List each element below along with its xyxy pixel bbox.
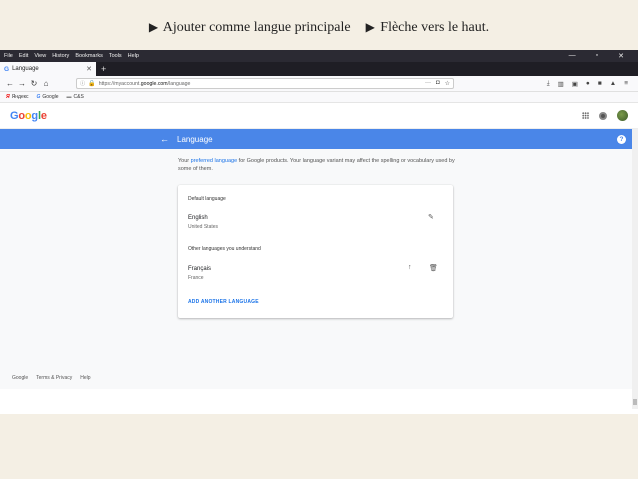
footer-terms-privacy[interactable]: Terms & Privacy — [36, 375, 72, 381]
menu-bookmarks[interactable]: Bookmarks — [75, 53, 103, 59]
apps-grid-icon[interactable] — [582, 112, 589, 119]
other-language-region: France — [188, 275, 204, 281]
tab-bar: G Language ✕ + — [0, 62, 638, 76]
menu-view[interactable]: View — [34, 53, 46, 59]
yandex-icon: Я — [6, 94, 10, 100]
sidebar-icon[interactable]: ▣ — [572, 80, 578, 88]
menu-help[interactable]: Help — [128, 53, 139, 59]
page-actions-icon[interactable]: ··· — [425, 80, 431, 87]
navigation-bar: ← → ↻ ⌂ ⓘ 🔒 https://myaccount. google.com… — [0, 76, 638, 92]
url-path: /language — [167, 80, 191, 87]
menu-tools[interactable]: Tools — [109, 53, 122, 59]
downloads-icon[interactable]: ⤓ — [547, 80, 550, 88]
new-tab-button[interactable]: + — [96, 62, 111, 76]
hamburger-menu-icon[interactable]: ≡ — [624, 80, 628, 88]
slide-caption: ▶ Ajouter comme langue principale ▶ Flèc… — [0, 20, 638, 36]
edit-pencil-icon[interactable]: ✎ — [428, 213, 434, 221]
default-language-heading: Default language — [188, 196, 226, 202]
menu-history[interactable]: History — [52, 53, 69, 59]
notifications-icon[interactable] — [599, 111, 607, 120]
caption-item-2: Flèche vers le haut. — [380, 20, 490, 35]
main-content: Your preferred language for Google produ… — [0, 149, 638, 389]
google-header: Google — [0, 103, 638, 129]
triangle-bullet-icon: ▶ — [148, 20, 159, 34]
default-language-region: United States — [188, 224, 219, 230]
home-icon[interactable]: ⌂ — [40, 79, 52, 88]
footer-help[interactable]: Help — [80, 375, 90, 381]
minimize-button[interactable]: — — [569, 52, 576, 60]
info-icon[interactable]: ⓘ — [80, 80, 85, 87]
pocket-icon[interactable]: ◘ — [436, 80, 440, 87]
folder-icon: ▬ — [66, 94, 72, 100]
extension-2-icon[interactable]: ■ — [598, 80, 602, 88]
page-title: Language — [177, 134, 213, 144]
library-icon[interactable]: ▥ — [558, 80, 564, 88]
back-icon[interactable]: ← — [4, 79, 16, 88]
google-favicon-icon: G — [4, 65, 10, 73]
bookmark-star-icon[interactable]: ☆ — [445, 80, 450, 87]
forward-icon[interactable]: → — [16, 79, 28, 88]
intro-text: Your preferred language for Google produ… — [178, 158, 455, 172]
url-prefix: https://myaccount. — [98, 80, 141, 87]
scroll-thumb[interactable] — [633, 399, 637, 405]
extension-icon[interactable]: ● — [586, 80, 590, 88]
close-window-button[interactable]: ✕ — [618, 52, 624, 60]
url-bar[interactable]: ⓘ 🔒 https://myaccount. google.com/languag… — [76, 78, 454, 89]
lock-icon[interactable]: 🔒 — [88, 80, 95, 87]
bookmarks-toolbar: Я Яндекс G Google ▬ C&S — [0, 92, 638, 103]
scrollbar[interactable] — [632, 129, 638, 409]
google-icon: G — [36, 94, 41, 100]
bookmark-yandex[interactable]: Я Яндекс — [6, 94, 28, 100]
triangle-bullet-icon: ▶ — [365, 20, 375, 34]
tab-title: Language — [12, 66, 39, 72]
language-card: Default language English United States ✎… — [178, 185, 453, 318]
delete-trash-icon[interactable]: 🗑 — [429, 264, 438, 272]
bookmark-cs[interactable]: ▬ C&S — [67, 94, 84, 100]
avatar[interactable] — [617, 110, 628, 121]
page-title-bar: ← Language ? — [0, 129, 638, 149]
page-footer: Google Terms & Privacy Help — [12, 375, 91, 381]
back-arrow-icon[interactable]: ← — [160, 134, 169, 144]
move-up-arrow-icon[interactable]: ↑ — [408, 264, 412, 271]
default-language-name: English — [188, 215, 208, 221]
bookmark-google[interactable]: G Google — [36, 94, 58, 100]
maximize-button[interactable]: ▫ — [596, 52, 598, 60]
reload-icon[interactable]: ↻ — [28, 79, 40, 88]
tab-language[interactable]: G Language ✕ — [0, 62, 96, 76]
add-another-language-button[interactable]: ADD ANOTHER LANGUAGE — [188, 299, 259, 305]
preferred-language-link[interactable]: preferred language — [191, 158, 237, 164]
other-languages-heading: Other languages you understand — [188, 246, 261, 252]
url-domain: google.com — [140, 80, 168, 87]
google-logo[interactable]: Google — [10, 110, 47, 122]
tab-close-icon[interactable]: ✕ — [86, 65, 92, 73]
help-icon[interactable]: ? — [617, 134, 626, 144]
caption-item-1: Ajouter comme langue principale — [162, 20, 351, 35]
menu-bar: File Edit View History Bookmarks Tools H… — [0, 50, 638, 62]
footer-google[interactable]: Google — [12, 375, 28, 381]
browser-screenshot: File Edit View History Bookmarks Tools H… — [0, 50, 638, 414]
extension-3-icon[interactable]: ▲ — [610, 80, 616, 88]
menu-edit[interactable]: Edit — [19, 53, 28, 59]
menu-file[interactable]: File — [4, 53, 13, 59]
other-language-name: Français — [188, 266, 212, 272]
